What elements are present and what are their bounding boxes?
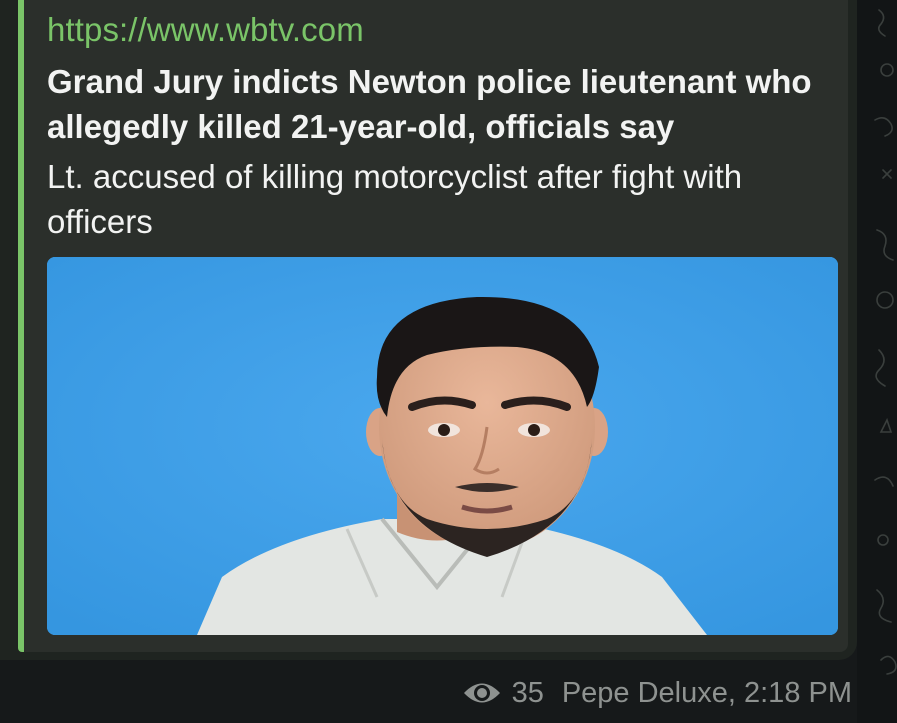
link-preview-site-url[interactable]: https://www.wbtv.com bbox=[47, 11, 364, 49]
chat-background-pattern bbox=[857, 0, 897, 723]
chat-screen: https://www.wbtv.com Grand Jury indicts … bbox=[0, 0, 897, 723]
link-preview-card[interactable]: https://www.wbtv.com Grand Jury indicts … bbox=[18, 0, 848, 652]
link-preview-image[interactable] bbox=[47, 257, 838, 635]
link-preview-accent-bar bbox=[18, 0, 24, 652]
booking-photo bbox=[47, 257, 838, 635]
eye-icon bbox=[462, 680, 502, 706]
link-preview-title: Grand Jury indicts Newton police lieuten… bbox=[47, 63, 812, 145]
message-meta: 35 Pepe Deluxe, 2:18 PM bbox=[462, 674, 852, 712]
link-preview-description: Lt. accused of killing motorcyclist afte… bbox=[47, 158, 743, 240]
sender-and-time: Pepe Deluxe, 2:18 PM bbox=[561, 676, 852, 709]
view-count: 35 bbox=[511, 676, 544, 709]
message-bubble[interactable]: https://www.wbtv.com Grand Jury indicts … bbox=[0, 0, 857, 660]
